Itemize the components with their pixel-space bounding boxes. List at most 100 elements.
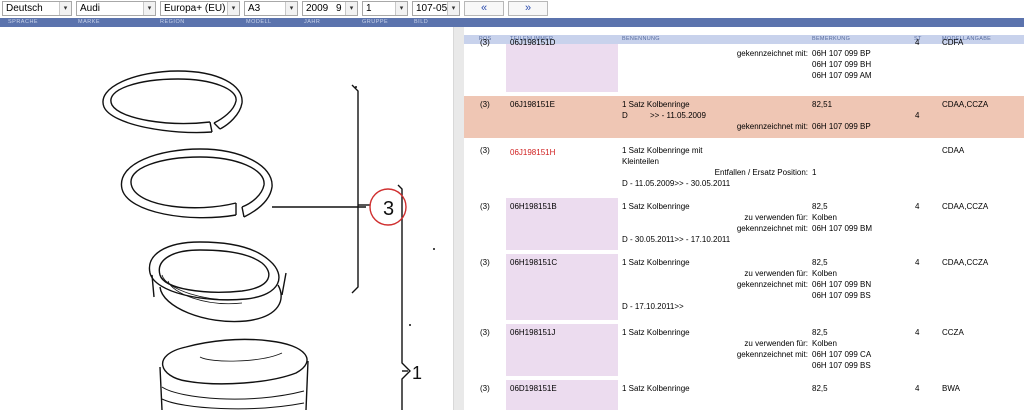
row-part-number[interactable]: 06J198151D	[510, 37, 555, 48]
row-qty: 4	[915, 384, 920, 393]
brand-select[interactable]: Audi ▾	[76, 1, 156, 16]
row-value-b: 06H 107 099 BN	[812, 280, 872, 289]
row-part-number-red[interactable]: 06J198151H	[510, 147, 555, 158]
row-value-b: 06H 107 099 CA	[812, 350, 872, 359]
row-model: CDAA,CCZA	[942, 202, 989, 211]
ring-middle	[130, 156, 265, 209]
row-label-b: gekennzeichnet mit:	[736, 350, 808, 359]
label-jahr: JAHR	[304, 19, 321, 25]
label-bar: SPRACHE MARKE REGION MODELL JAHR GRUPPE …	[0, 18, 1024, 27]
model-value: A3	[248, 3, 261, 14]
row-pos: (3)	[480, 38, 490, 47]
chevron-down-icon: ▾	[395, 2, 407, 15]
row-remark-value: 06H 107 099 BP	[812, 49, 871, 58]
region-select[interactable]: Europa+ (EU) ▾	[160, 1, 240, 16]
row-label-a: zu verwenden für:	[744, 213, 808, 222]
chevron-down-icon: ▾	[345, 2, 357, 15]
region-value: Europa+ (EU)	[164, 3, 226, 14]
header-bemerkung: BEMERKUNG	[812, 36, 851, 42]
row-label-a: Entfallen / Ersatz Position:	[714, 168, 808, 177]
table-row[interactable]: (3) 06J198151H 1 Satz Kolbenringe mit Kl…	[464, 142, 1024, 198]
row-value-a: Kolben	[812, 339, 837, 348]
image-select[interactable]: 107-05 ▾	[412, 1, 460, 16]
row-value-b: 06H 107 099 BM	[812, 224, 873, 233]
next-button[interactable]: »	[508, 1, 548, 16]
row-model: CDAA	[942, 146, 965, 155]
chevron-down-icon: ▾	[227, 2, 239, 15]
row-qty: 4	[915, 202, 920, 211]
ring-top	[110, 78, 237, 125]
row-part-number[interactable]: 06H198151J	[510, 327, 555, 338]
table-row[interactable]: (3) 06H198151J 1 Satz Kolbenringe 82,5 4…	[464, 324, 1024, 380]
label-modell: MODELL	[246, 19, 272, 25]
group-value: 1	[366, 3, 372, 14]
row-model: CDFA	[942, 38, 964, 47]
row-model: CCZA	[942, 328, 964, 337]
row-value-a: Kolben	[812, 213, 837, 222]
year-select[interactable]: 2009 9 ▾	[302, 1, 358, 16]
row-value-a: 06H 107 099 BP	[812, 122, 871, 131]
row-model: CDAA,CCZA	[942, 100, 989, 109]
row-pos: (3)	[480, 258, 490, 267]
label-marke: MARKE	[78, 19, 101, 25]
row-remark: 82,5	[812, 202, 828, 211]
row-name: 1 Satz Kolbenringe	[622, 328, 690, 337]
row-value-a: Kolben	[812, 269, 837, 278]
callout-1: 1	[412, 363, 422, 383]
language-value: Deutsch	[6, 3, 43, 14]
label-gruppe: GRUPPE	[362, 19, 389, 25]
row-name: 1 Satz Kolbenringe	[622, 202, 690, 211]
group-select[interactable]: 1 ▾	[362, 1, 408, 16]
previous-button[interactable]: «	[464, 1, 504, 16]
piston	[162, 338, 308, 385]
row-part-number[interactable]: 06D198151E	[510, 383, 557, 394]
table-row-highlighted[interactable]: (3) 06J198151E 1 Satz Kolbenringe 82,51 …	[464, 96, 1024, 142]
splitter[interactable]	[453, 27, 464, 410]
row-date-range: D - 17.10.2011>>	[622, 302, 684, 311]
image-value: 107-05	[416, 3, 448, 14]
row-remark: 82,51	[812, 100, 833, 109]
table-row[interactable]: (3) 06J198151D 4 CDFA gekennzeichnet mit…	[464, 38, 1024, 96]
table-row[interactable]: (3) 06H198151C 1 Satz Kolbenringe 82,5 4…	[464, 254, 1024, 324]
row-part-number[interactable]: 06H198151B	[510, 201, 557, 212]
row-remark-value: 06H 107 099 BH	[812, 60, 872, 69]
row-label-b: gekennzeichnet mit:	[736, 224, 808, 233]
row-value-c: 06H 107 099 BS	[812, 291, 871, 300]
row-qty: 4	[915, 111, 920, 120]
row-date-range: D - 11.05.2009>> - 30.05.2011	[622, 179, 731, 188]
row-name: 1 Satz Kolbenringe	[622, 258, 690, 267]
row-qty: 4	[915, 38, 920, 47]
row-part-number[interactable]: 06H198151C	[510, 257, 557, 268]
row-qty: 4	[915, 328, 920, 337]
row-pos: (3)	[480, 100, 490, 109]
row-remark: 82,5	[812, 328, 828, 337]
row-date-range: D >> - 11.05.2009	[622, 111, 706, 120]
chevron-down-icon: ▾	[59, 2, 71, 15]
row-date-range: D - 30.05.2011>> - 17.10.2011	[622, 235, 731, 244]
model-select[interactable]: A3 ▾	[244, 1, 298, 16]
part-number-cell	[506, 44, 618, 92]
row-label-a: zu verwenden für:	[744, 339, 808, 348]
row-pos: (3)	[480, 202, 490, 211]
row-label-a: zu verwenden für:	[744, 269, 808, 278]
row-part-number[interactable]: 06J198151E	[510, 99, 555, 110]
year-value: 2009	[306, 3, 329, 14]
row-pos: (3)	[480, 328, 490, 337]
row-value-a: 1	[812, 168, 817, 177]
row-name-line2: Kleinteilen	[622, 157, 659, 166]
row-remark-value: 06H 107 099 AM	[812, 71, 872, 80]
table-row[interactable]: (3) 06H198151B 1 Satz Kolbenringe 82,5 4…	[464, 198, 1024, 254]
label-bild: BILD	[414, 19, 429, 25]
row-name: 1 Satz Kolbenringe	[622, 384, 690, 393]
row-value-c: 06H 107 099 BS	[812, 361, 871, 370]
chevron-down-icon: ▾	[143, 2, 155, 15]
row-remark: 82,5	[812, 258, 828, 267]
chevron-down-icon: ▾	[285, 2, 297, 15]
chevron-down-icon: ▾	[447, 2, 459, 15]
row-pos: (3)	[480, 384, 490, 393]
row-remark: 82,5	[812, 384, 828, 393]
row-label-b: gekennzeichnet mit:	[736, 280, 808, 289]
language-select[interactable]: Deutsch ▾	[2, 1, 72, 16]
table-row[interactable]: (3) 06D198151E 1 Satz Kolbenringe 82,5 4…	[464, 380, 1024, 410]
label-region: REGION	[160, 19, 185, 25]
